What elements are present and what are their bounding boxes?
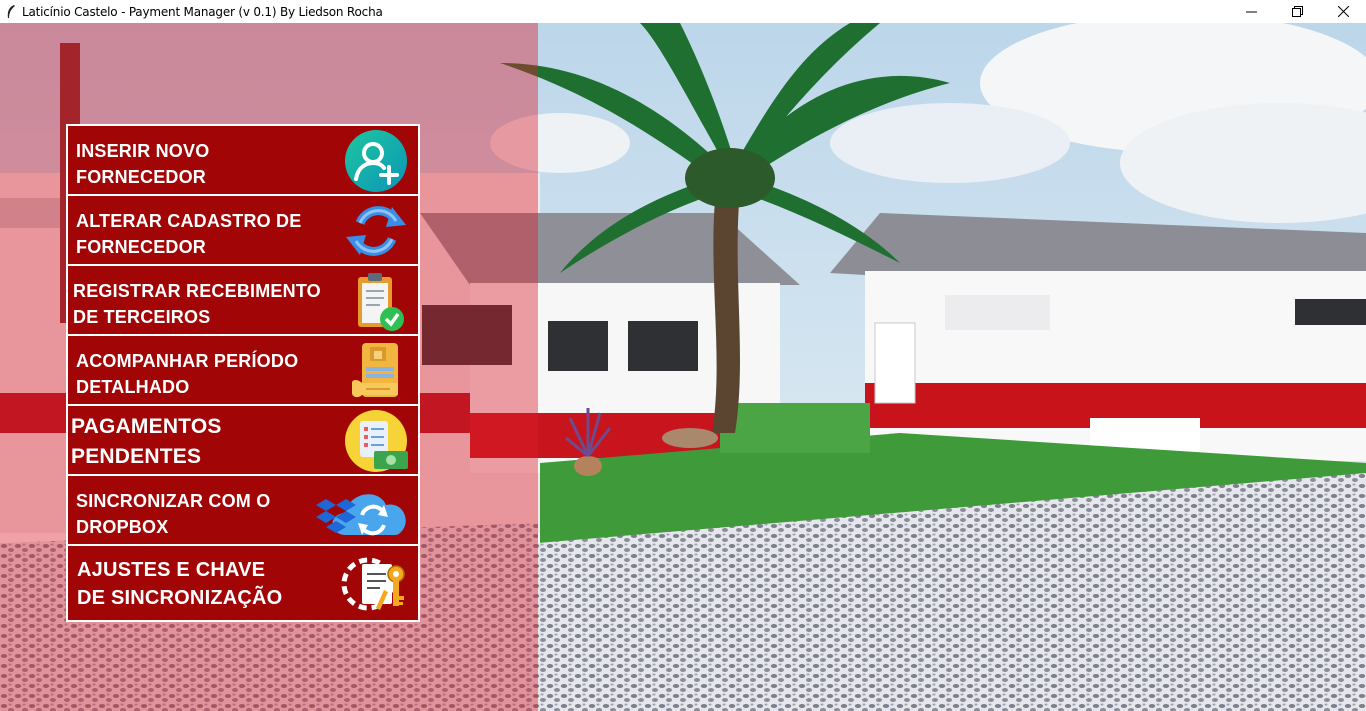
register-receipt-label: REGISTRAR RECEBIMENTO DE TERCEIROS [73, 281, 321, 327]
track-period-button[interactable]: ACOMPANHAR PERÍODO DETALHADO [66, 334, 420, 404]
sync-dropbox-button[interactable]: SINCRONIZAR COM O DROPBOX [66, 474, 420, 544]
maximize-button[interactable] [1274, 0, 1320, 23]
dropbox-cloud-sync-icon [316, 494, 406, 536]
clipboard-check-icon [358, 273, 404, 331]
window-title: Laticínio Castelo - Payment Manager (v 0… [22, 4, 383, 19]
add-user-icon [345, 130, 407, 192]
restore-icon [1291, 6, 1303, 17]
settings-key-button[interactable]: AJUSTES E CHAVE DE SINCRONIZAÇÃO [66, 544, 420, 622]
edit-supplier-label: ALTERAR CADASTRO DE FORNECEDOR [76, 211, 302, 257]
close-icon [1337, 6, 1349, 17]
feather-icon [7, 4, 15, 18]
refresh-icon [346, 206, 406, 256]
invoice-money-icon [345, 410, 408, 472]
settings-key-icon [341, 557, 405, 611]
main-menu: INSERIR NOVO FORNECEDOR ALTERAR CADASTRO… [66, 124, 420, 622]
sync-dropbox-label: SINCRONIZAR COM O DROPBOX [76, 491, 271, 537]
minimize-icon [1245, 11, 1257, 13]
background-painting: INSERIR NOVO FORNECEDOR ALTERAR CADASTRO… [0, 23, 1366, 711]
pending-payments-label: PAGAMENTOS PENDENTES [71, 415, 222, 468]
title-bar: Laticínio Castelo - Payment Manager (v 0… [0, 0, 1366, 23]
insert-supplier-button[interactable]: INSERIR NOVO FORNECEDOR [66, 124, 420, 194]
receipt-scroll-icon [352, 343, 398, 398]
minimize-button[interactable] [1228, 0, 1274, 23]
edit-supplier-button[interactable]: ALTERAR CADASTRO DE FORNECEDOR [66, 194, 420, 264]
close-button[interactable] [1320, 0, 1366, 23]
pending-payments-button[interactable]: PAGAMENTOS PENDENTES [66, 404, 420, 474]
register-receipt-button[interactable]: REGISTRAR RECEBIMENTO DE TERCEIROS [66, 264, 420, 334]
settings-key-label: AJUSTES E CHAVE DE SINCRONIZAÇÃO [77, 559, 283, 609]
insert-supplier-label: INSERIR NOVO FORNECEDOR [76, 141, 210, 187]
track-period-label: ACOMPANHAR PERÍODO DETALHADO [76, 351, 299, 397]
window-controls [1228, 0, 1366, 23]
